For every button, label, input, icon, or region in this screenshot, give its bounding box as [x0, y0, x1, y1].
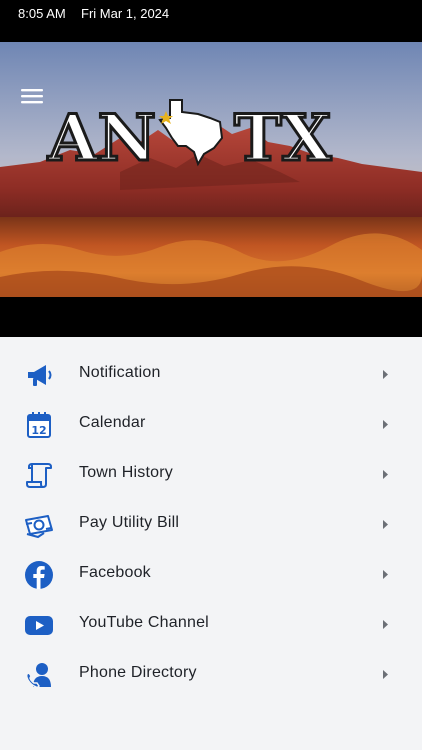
chevron-right-icon — [382, 469, 389, 480]
menu-item-label: Town History — [79, 464, 173, 481]
chevron-right-icon — [382, 669, 389, 680]
banner-text-right: TX — [234, 101, 332, 176]
menu-item-label: Calendar — [79, 414, 146, 431]
scroll-icon — [24, 460, 54, 490]
hamburger-icon — [21, 89, 43, 104]
hamburger-menu-button[interactable] — [20, 87, 46, 107]
megaphone-icon — [24, 360, 54, 390]
menu-item-label: Pay Utility Bill — [79, 514, 180, 531]
banner-text-left: AN — [47, 101, 156, 176]
menu-item-facebook[interactable]: Facebook — [0, 550, 422, 600]
facebook-icon — [24, 560, 54, 590]
menu-list: Notification 12 Calendar Town History Pa… — [0, 337, 422, 750]
chevron-right-icon — [382, 419, 389, 430]
menu-item-youtube-channel[interactable]: YouTube Channel — [0, 600, 422, 650]
status-bar: 8:05 AM Fri Mar 1, 2024 — [0, 0, 422, 42]
menu-item-label: Facebook — [79, 564, 151, 581]
banner-landscape-image: AN TX — [0, 42, 422, 297]
chevron-right-icon — [382, 619, 389, 630]
calendar-icon: 12 — [24, 410, 54, 440]
menu-item-label: Notification — [79, 364, 161, 381]
hero-banner: AN TX — [0, 42, 422, 297]
menu-item-notification[interactable]: Notification — [0, 350, 422, 400]
chevron-right-icon — [382, 369, 389, 380]
youtube-icon — [24, 610, 54, 640]
menu-item-phone-directory[interactable]: Phone Directory — [0, 650, 422, 700]
menu-item-town-history[interactable]: Town History — [0, 450, 422, 500]
chevron-right-icon — [382, 569, 389, 580]
menu-item-label: YouTube Channel — [79, 614, 209, 631]
status-date: Fri Mar 1, 2024 — [81, 6, 170, 21]
banner-bottom-band — [0, 297, 422, 337]
bill-payment-icon — [24, 510, 54, 540]
status-time: 8:05 AM — [18, 6, 66, 21]
svg-text:12: 12 — [31, 424, 46, 437]
menu-item-label: Phone Directory — [79, 664, 197, 681]
menu-item-pay-utility-bill[interactable]: Pay Utility Bill — [0, 500, 422, 550]
chevron-right-icon — [382, 519, 389, 530]
phone-contact-icon — [24, 660, 54, 690]
menu-item-calendar[interactable]: 12 Calendar — [0, 400, 422, 450]
